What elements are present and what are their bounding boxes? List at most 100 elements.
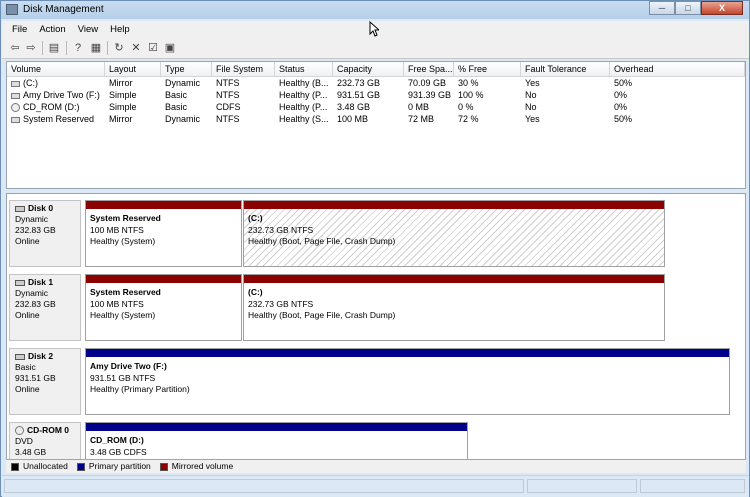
disk-0-label[interactable]: Disk 0 Dynamic 232.83 GB Online <box>9 200 81 267</box>
status-segment <box>640 479 745 493</box>
partition-size: 100 MB NTFS <box>90 224 144 235</box>
cell-overhead: 50% <box>614 114 633 124</box>
mirrored-volume-bar <box>244 275 664 283</box>
partition-system-reserved[interactable]: System Reserved 100 MB NTFS Healthy (Sys… <box>85 274 242 341</box>
toolbar: ⇦ ⇨ ▤ ? ▦ ↻ ✕ ☑ ▣ <box>2 38 749 59</box>
partition-size: 232.73 GB NTFS <box>248 298 314 309</box>
mouse-cursor-icon <box>369 21 379 37</box>
partition-cd-rom[interactable]: CD_ROM (D:) 3.48 GB CDFS <box>85 422 468 459</box>
partition-name: Amy Drive Two (F:) <box>90 361 167 371</box>
partition-amy-drive-two[interactable]: Amy Drive Two (F:) 931.51 GB NTFS Health… <box>85 348 730 415</box>
col-volume[interactable]: Volume <box>7 62 105 76</box>
cell-layout: Mirror <box>109 78 133 88</box>
col-capacity[interactable]: Capacity <box>333 62 404 76</box>
check-icon[interactable]: ☑ <box>146 41 160 55</box>
menu-file[interactable]: File <box>2 21 33 38</box>
drive-icon <box>11 80 20 87</box>
mirrored-volume-bar <box>244 201 664 209</box>
col-overhead[interactable]: Overhead <box>610 62 745 76</box>
col-fault-tolerance[interactable]: Fault Tolerance <box>521 62 610 76</box>
partition-size: 3.48 GB CDFS <box>90 446 147 457</box>
mirrored-volume-bar <box>86 201 241 209</box>
volume-name: CD_ROM (D:) <box>23 102 80 112</box>
cd-rom-0-label[interactable]: CD-ROM 0 DVD 3.48 GB <box>9 422 81 459</box>
partition-info: CD_ROM (D:) 3.48 GB CDFS <box>90 435 147 458</box>
partition-size: 232.73 GB NTFS <box>248 224 314 235</box>
settings-icon[interactable]: ▣ <box>163 41 177 55</box>
properties-icon[interactable]: ▦ <box>89 41 103 55</box>
col-percent-free[interactable]: % Free <box>454 62 521 76</box>
disk-management-window: Disk Management ─ □ X File Action View H… <box>0 0 750 497</box>
col-status[interactable]: Status <box>275 62 333 76</box>
disk-name: Disk 2 <box>28 351 54 361</box>
volume-list[interactable]: Volume Layout Type File System Status Ca… <box>6 61 746 189</box>
volume-row[interactable]: CD_ROM (D:) Simple Basic CDFS Healthy (P… <box>7 101 745 113</box>
partition-status: Healthy (Boot, Page File, Crash Dump) <box>248 236 396 246</box>
legend-swatch <box>11 462 19 471</box>
legend-item-primary-partition: Primary partition <box>76 460 151 473</box>
volume-name: System Reserved <box>23 114 95 124</box>
menu-help[interactable]: Help <box>104 21 136 38</box>
window-title: Disk Management <box>23 4 104 15</box>
disk-management-app-icon <box>6 4 18 15</box>
forward-arrow-icon[interactable]: ⇨ <box>24 41 38 55</box>
partition-name: (C:) <box>248 287 263 297</box>
disk-name: Disk 0 <box>28 203 54 213</box>
partition-size: 100 MB NTFS <box>90 298 144 309</box>
cd-drive-icon <box>15 426 24 436</box>
delete-icon[interactable]: ✕ <box>129 41 143 55</box>
partition-name: (C:) <box>248 213 263 223</box>
maximize-button[interactable]: □ <box>675 1 701 15</box>
cell-file-system: NTFS <box>216 90 240 100</box>
volume-row[interactable]: Amy Drive Two (F:) Simple Basic NTFS Hea… <box>7 89 745 101</box>
col-layout[interactable]: Layout <box>105 62 161 76</box>
partition-system-reserved[interactable]: System Reserved 100 MB NTFS Healthy (Sys… <box>85 200 242 267</box>
partition-info: Amy Drive Two (F:) 931.51 GB NTFS Health… <box>90 361 190 396</box>
col-type[interactable]: Type <box>161 62 212 76</box>
title-bar[interactable]: Disk Management ─ □ X <box>1 1 749 19</box>
partition-status: Healthy (Boot, Page File, Crash Dump) <box>248 310 396 320</box>
disk-1-label[interactable]: Disk 1 Dynamic 232.83 GB Online <box>9 274 81 341</box>
drive-icon <box>11 116 20 123</box>
cell-percent-free: 0 % <box>458 102 474 112</box>
cell-status: Healthy (P... <box>279 90 328 100</box>
cell-fault-tolerance: No <box>525 90 537 100</box>
cell-free-space: 70.09 GB <box>408 78 447 88</box>
disk-2-label[interactable]: Disk 2 Basic 931.51 GB Online <box>9 348 81 415</box>
cell-file-system: NTFS <box>216 78 240 88</box>
partition-name: System Reserved <box>90 287 161 297</box>
partition-c-drive-selected[interactable]: (C:) 232.73 GB NTFS Healthy (Boot, Page … <box>243 200 665 267</box>
cell-free-space: 72 MB <box>408 114 435 124</box>
volume-row[interactable]: System Reserved Mirror Dynamic NTFS Heal… <box>7 113 745 125</box>
cell-layout: Simple <box>109 90 137 100</box>
toolbar-separator <box>42 41 43 55</box>
hard-disk-icon <box>15 279 25 286</box>
volume-row[interactable]: (C:) Mirror Dynamic NTFS Healthy (B... 2… <box>7 77 745 89</box>
minimize-button[interactable]: ─ <box>649 1 675 15</box>
close-button[interactable]: X <box>701 1 743 15</box>
partition-info: System Reserved 100 MB NTFS Healthy (Sys… <box>90 213 161 248</box>
refresh-icon[interactable]: ↻ <box>112 41 126 55</box>
status-segment <box>4 479 524 493</box>
menu-action[interactable]: Action <box>33 21 71 38</box>
console-tree-icon[interactable]: ▤ <box>47 41 61 55</box>
help-icon[interactable]: ? <box>71 41 85 55</box>
partition-status: Healthy (Primary Partition) <box>90 384 190 394</box>
disk-size: 232.83 GB <box>15 225 56 235</box>
partition-info: (C:) 232.73 GB NTFS Healthy (Boot, Page … <box>248 287 395 322</box>
partition-info: (C:) 232.73 GB NTFS Healthy (Boot, Page … <box>248 213 395 248</box>
back-arrow-icon[interactable]: ⇦ <box>8 41 22 55</box>
partition-c-drive[interactable]: (C:) 232.73 GB NTFS Healthy (Boot, Page … <box>243 274 665 341</box>
col-free-space[interactable]: Free Spa... <box>404 62 454 76</box>
disk-size: 232.83 GB <box>15 299 56 309</box>
cell-capacity: 100 MB <box>337 114 369 124</box>
col-file-system[interactable]: File System <box>212 62 275 76</box>
partition-status: Healthy (System) <box>90 236 156 246</box>
disk-name: CD-ROM 0 <box>27 425 70 435</box>
disk-map[interactable]: Disk 0 Dynamic 232.83 GB Online System R… <box>6 193 746 460</box>
cell-fault-tolerance: No <box>525 102 537 112</box>
menu-view[interactable]: View <box>72 21 104 38</box>
volume-name: Amy Drive Two (F:) <box>23 90 100 100</box>
disk-name: Disk 1 <box>28 277 54 287</box>
cell-volume: Amy Drive Two (F:) <box>7 89 105 101</box>
